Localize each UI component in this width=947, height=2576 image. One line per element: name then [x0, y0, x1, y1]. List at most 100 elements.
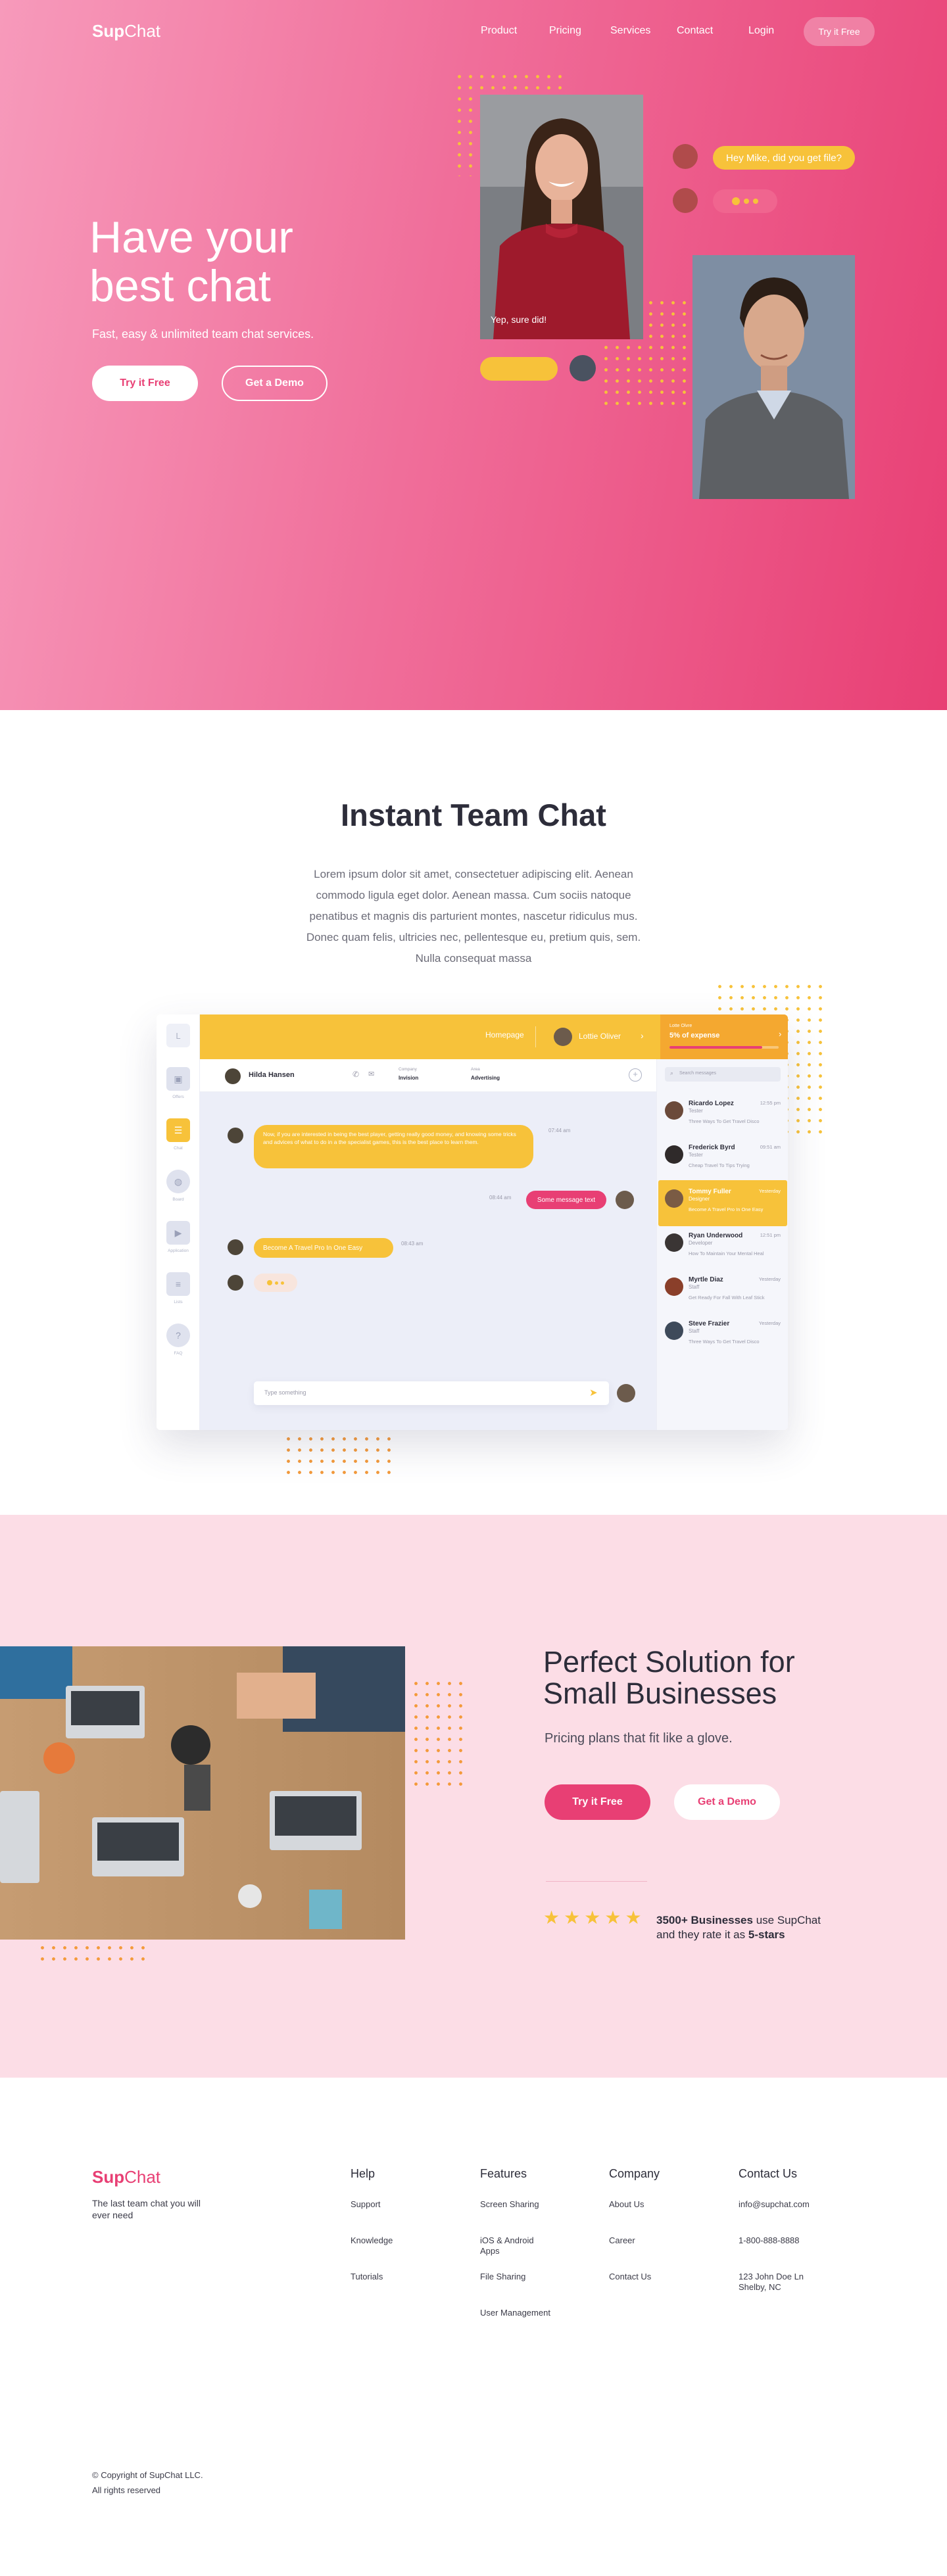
section-title: Perfect Solution for Small Businesses	[543, 1646, 795, 1709]
sidebar-item-chat[interactable]: ☰ Chat	[166, 1118, 190, 1157]
globe-icon: ◍	[166, 1170, 190, 1193]
hero-demo-button[interactable]: Get a Demo	[222, 366, 328, 401]
nav-pricing[interactable]: Pricing	[549, 25, 581, 37]
footer-link[interactable]: About Us	[609, 2199, 681, 2235]
contact-role: Designer	[689, 1196, 710, 1202]
briefcase-icon: ▣	[166, 1067, 190, 1091]
chevron-right-icon[interactable]: ›	[779, 1029, 781, 1039]
chevron-right-icon[interactable]: ›	[641, 1030, 644, 1041]
dot-pattern	[37, 1942, 147, 1965]
footer-column-title: Features	[480, 2167, 527, 2180]
search-input[interactable]: Search messages	[679, 1071, 716, 1076]
progress-track	[669, 1046, 779, 1049]
logo-light: Chat	[124, 21, 161, 41]
footer-link[interactable]: Screen Sharing	[480, 2199, 552, 2235]
sidebar-item-lists[interactable]: ≡ Lists	[166, 1272, 190, 1310]
footer-link[interactable]: Career	[609, 2235, 681, 2272]
mail-icon[interactable]: ✉	[368, 1070, 374, 1078]
incoming-bubble: Hey Mike, did you get file?	[713, 146, 855, 170]
message-time: 07:44 am	[548, 1128, 571, 1133]
video-icon: ▶	[166, 1221, 190, 1245]
footer-column-help: Help Support Knowledge Tutorials	[351, 2167, 449, 2308]
contact-name: Ryan Underwood	[689, 1232, 743, 1239]
star-icon: ★	[604, 1907, 621, 1928]
nav-try-free-button[interactable]: Try it Free	[804, 17, 875, 46]
nav-product[interactable]: Product	[481, 25, 517, 37]
progress-label: Lotte Olvre	[669, 1024, 692, 1028]
sidebar-item-faq[interactable]: ? FAQ	[166, 1324, 190, 1362]
logo[interactable]: SupChat	[92, 21, 160, 41]
sidebar-item-label: Chat	[174, 1146, 183, 1151]
avatar	[228, 1239, 243, 1255]
nav-contact[interactable]: Contact	[677, 25, 713, 37]
footer-link[interactable]: Support	[351, 2199, 423, 2235]
contact-role: Developer	[689, 1240, 713, 1246]
avatar	[617, 1384, 635, 1402]
footer-link[interactable]: File Sharing	[480, 2272, 552, 2308]
divider	[546, 1881, 647, 1882]
nav-login[interactable]: Login	[748, 25, 774, 37]
contacts-search[interactable]: ⌕ Search messages	[665, 1067, 781, 1082]
sidebar-item-label: Application	[168, 1249, 189, 1253]
contact-list-item[interactable]: Tommy Fuller Designer Yesterday Become A Tr…	[658, 1180, 787, 1226]
add-icon[interactable]: +	[629, 1068, 642, 1082]
small-business-section: Perfect Solution for Small Businesses Pr…	[0, 1515, 947, 2078]
contact-name: Frederick Byrd	[689, 1144, 735, 1151]
sidebar-item-board[interactable]: ◍ Board	[166, 1170, 190, 1208]
footer-link[interactable]: 1-800-888-8888	[739, 2235, 811, 2272]
message-input[interactable]: Type something	[264, 1389, 306, 1396]
message-time: 08:44 am	[489, 1195, 512, 1201]
demo-button[interactable]: Get a Demo	[674, 1784, 780, 1820]
photo-caption: Yep, sure did!	[491, 314, 547, 325]
footer-link[interactable]: Contact Us	[609, 2272, 681, 2308]
app-sidebar: L ▣ Offers ☰ Chat ◍ Board ▶ Application ≡ Lists ? F…	[157, 1014, 200, 1430]
hero-title-line1: Have your	[89, 212, 293, 262]
contact-list-item[interactable]: Ryan Underwood Developer 12:51 pm How To Ma…	[658, 1224, 787, 1270]
hero-subtitle: Fast, easy & unlimited team chat service…	[92, 327, 314, 341]
progress-fill	[669, 1046, 763, 1049]
contact-list-item[interactable]: Myrtle Diaz Staff Yesterday Get Ready For F…	[658, 1268, 787, 1314]
sidebar-item-label: Offers	[172, 1095, 184, 1099]
contact-role: Tester	[689, 1108, 703, 1114]
message-time: 08:43 am	[401, 1241, 424, 1247]
footer-link[interactable]: Knowledge	[351, 2235, 423, 2272]
nav-services[interactable]: Services	[610, 25, 650, 37]
sidebar-item-label: Lists	[174, 1300, 183, 1304]
typing-dot	[744, 199, 749, 204]
hero-title: Have your best chat	[89, 213, 293, 310]
app-topbar: Homepage Lottie Oliver › Lotte Olvre 5% …	[200, 1014, 788, 1059]
contact-preview: Three Ways To Get Travel Disco	[689, 1118, 760, 1124]
footer-link[interactable]: Tutorials	[351, 2272, 423, 2308]
send-icon[interactable]: ➤	[589, 1387, 598, 1398]
dot-pattern	[283, 1433, 395, 1479]
try-free-button[interactable]: Try it Free	[545, 1784, 650, 1820]
contact-list-item[interactable]: Ricardo Lopez Tester 12:55 pm Three Ways To…	[658, 1092, 787, 1138]
avatar	[673, 188, 698, 213]
phone-icon[interactable]: ✆	[352, 1070, 359, 1079]
avatar	[228, 1128, 243, 1143]
footer-link[interactable]: User Management	[480, 2308, 552, 2344]
sidebar-item-offers[interactable]: ▣ Offers	[166, 1067, 190, 1105]
contact-preview: Get Ready For Fall With Leaf Stick	[689, 1295, 765, 1300]
topbar-user-name[interactable]: Lottie Oliver	[579, 1032, 621, 1041]
rating-strong: 5-stars	[748, 1928, 785, 1941]
title-line2: Small Businesses	[543, 1677, 777, 1710]
footer: SupChat The last team chat you will ever…	[0, 2078, 947, 2576]
contact-list-item[interactable]: Steve Frazier Staff Yesterday Three Ways To…	[658, 1312, 787, 1358]
hero-try-free-button[interactable]: Try it Free	[92, 366, 198, 401]
footer-logo[interactable]: SupChat	[92, 2167, 160, 2187]
footer-link[interactable]: info@supchat.com	[739, 2199, 811, 2235]
footer-link[interactable]: iOS & Android Apps	[480, 2235, 552, 2272]
sidebar-item-application[interactable]: ▶ Application	[166, 1221, 190, 1259]
app-logo-icon[interactable]: L	[166, 1024, 190, 1047]
typing-dot	[275, 1281, 278, 1285]
logo-bold: Sup	[92, 21, 125, 41]
list-icon: ≡	[166, 1272, 190, 1296]
contact-name: Steve Frazier	[689, 1320, 730, 1327]
message-input-box[interactable]: Type something ➤	[254, 1381, 609, 1405]
contact-name: Ricardo Lopez	[689, 1100, 734, 1107]
section-subtitle: Pricing plans that fit like a glove.	[545, 1731, 733, 1746]
contact-list-item[interactable]: Frederick Byrd Tester 09:51 am Cheap Travel…	[658, 1136, 787, 1182]
footer-link[interactable]: 123 John Doe Ln Shelby, NC	[739, 2272, 811, 2308]
topbar-homepage-link[interactable]: Homepage	[485, 1030, 524, 1039]
